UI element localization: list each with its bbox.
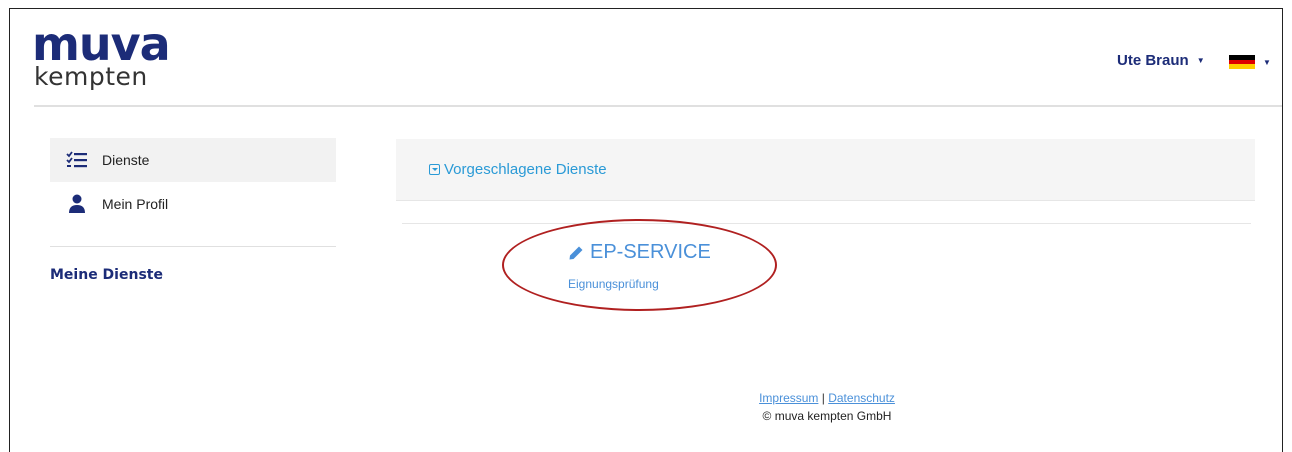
user-menu[interactable]: Ute Braun ▼ — [1117, 52, 1205, 69]
sidebar-item-label: Mein Profil — [102, 196, 169, 212]
service-subtitle: Eignungsprüfung — [568, 277, 659, 291]
copyright-text: © muva kempten GmbH — [762, 409, 892, 423]
suggested-services-panel[interactable]: Vorgeschlagene Dienste — [396, 139, 1255, 201]
pencil-icon — [568, 245, 584, 261]
header-divider — [34, 105, 1282, 107]
collapse-toggle-icon — [429, 164, 440, 175]
service-title: EP-SERVICE — [590, 241, 711, 263]
footer-separator: | — [821, 391, 825, 405]
sidebar-item-mein-profil[interactable]: Mein Profil — [50, 182, 336, 226]
logo-subtitle: kempten — [34, 62, 148, 91]
footer: Impressum | Datenschutz © muva kempten G… — [710, 391, 944, 423]
content-divider — [402, 223, 1251, 224]
flag-germany-icon — [1229, 55, 1255, 70]
task-list-icon — [66, 150, 88, 170]
sidebar-divider — [50, 246, 336, 247]
user-icon — [66, 194, 88, 214]
panel-title: Vorgeschlagene Dienste — [444, 161, 607, 178]
sidebar-item-dienste[interactable]: Dienste — [50, 138, 336, 182]
service-card-ep-service[interactable]: EP-SERVICE Eignungsprüfung — [568, 241, 711, 291]
user-name: Ute Braun — [1117, 52, 1189, 69]
impressum-link[interactable]: Impressum — [759, 391, 818, 405]
page-frame: muva kempten Ute Braun ▼ ▼ Dienste Mein … — [9, 8, 1283, 452]
caret-down-icon: ▼ — [1196, 56, 1205, 65]
language-menu[interactable]: ▼ — [1229, 55, 1271, 70]
logo[interactable]: muva kempten — [32, 17, 202, 94]
datenschutz-link[interactable]: Datenschutz — [828, 391, 895, 405]
sidebar-section-heading: Meine Dienste — [50, 267, 163, 283]
caret-down-icon: ▼ — [1263, 57, 1271, 67]
sidebar-item-label: Dienste — [102, 152, 150, 168]
